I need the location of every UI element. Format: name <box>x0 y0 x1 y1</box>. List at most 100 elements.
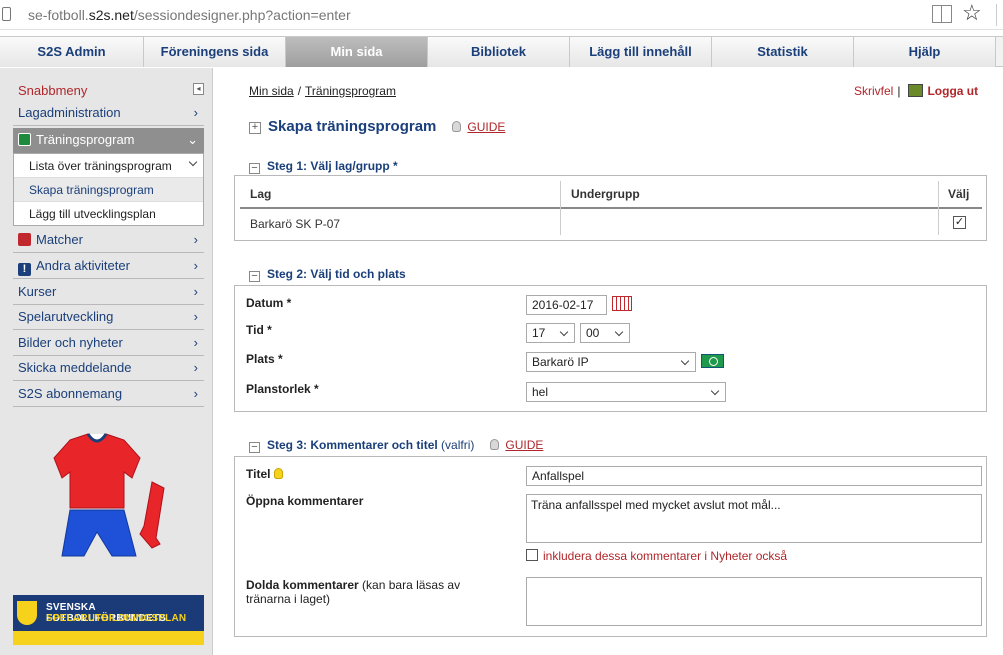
guide-link[interactable]: GUIDE <box>467 120 505 134</box>
titel-input[interactable]: Anfallspel <box>526 466 982 486</box>
planstorlek-select[interactable]: hel <box>526 382 726 402</box>
sidebar-item-andra-aktiviteter[interactable]: ! Andra aktiviteter › <box>13 254 204 279</box>
datum-input[interactable]: 2016-02-17 <box>526 295 607 315</box>
team-kit-icon <box>53 433 165 557</box>
sidebar-item-abonnemang[interactable]: S2S abonnemang › <box>13 382 204 407</box>
include-news-label[interactable]: inkludera dessa kommentarer i Nyheter oc… <box>543 549 787 563</box>
step2-panel: Datum * 2016-02-17 Tid * 17 00 Plats * B… <box>234 285 987 412</box>
tid-label: Tid * <box>246 323 272 337</box>
banner-line-2: SPELARUTBILDNINGSPLAN <box>46 613 187 624</box>
titel-label-text: Titel <box>246 467 271 481</box>
toolbar-divider <box>996 4 997 26</box>
sidebar-item-spelarutveckling[interactable]: Spelarutveckling › <box>13 305 204 330</box>
match-icon <box>18 233 31 246</box>
tab-min-sida[interactable]: Min sida <box>286 37 428 67</box>
favorite-star-icon[interactable]: ☆ <box>962 2 982 24</box>
sff-crest-icon <box>17 601 37 625</box>
team-name-cell: Barkarö SK P-07 <box>250 217 341 231</box>
breadcrumb-separator: / <box>297 84 302 98</box>
select-team-checkbox[interactable]: ✓ <box>953 216 966 229</box>
column-divider <box>560 181 561 211</box>
collapse-sidebar-icon[interactable]: ◂ <box>193 83 204 95</box>
link-separator: | <box>897 84 901 98</box>
page-title: Skapa träningsprogram <box>268 118 437 135</box>
step1-panel: Lag Undergrupp Välj Barkarö SK P-07 ✓ <box>234 175 987 241</box>
step3-heading: − Steg 3: Kommentarer och titel (valfri) G… <box>249 438 543 453</box>
breadcrumb-traningsprogram[interactable]: Träningsprogram <box>305 84 396 98</box>
plats-label: Plats * <box>246 352 283 366</box>
guide-link-step3[interactable]: GUIDE <box>505 438 543 452</box>
tid-minute-select[interactable]: 00 <box>580 323 630 343</box>
cell-divider <box>938 209 939 235</box>
page-info-icon[interactable] <box>2 7 11 21</box>
sidebar-item-matcher[interactable]: Matcher › <box>13 228 204 253</box>
dolda-kommentarer-label: Dolda kommentarer (kan bara läsas av trä… <box>246 578 496 606</box>
breadcrumb: Min sida / Träningsprogram <box>249 84 396 98</box>
collapse-step2-icon[interactable]: − <box>249 271 260 282</box>
tid-hour-select[interactable]: 17 <box>526 323 575 343</box>
tab-hjalp[interactable]: Hjälp <box>854 37 996 67</box>
sidebar: Snabbmeny ◂ Lagadministration › Träningsp… <box>0 68 213 655</box>
tab-bibliotek[interactable]: Bibliotek <box>428 37 570 67</box>
submenu-item-lista[interactable]: Lista över träningsprogram <box>14 154 203 178</box>
chevron-right-icon: › <box>193 309 198 324</box>
sidebar-item-label: Matcher <box>36 232 83 247</box>
column-divider <box>938 181 939 211</box>
step3-optional: (valfri) <box>441 438 475 452</box>
logout-link[interactable]: Logga ut <box>927 84 978 98</box>
step1-heading: − Steg 1: Välj lag/grupp * <box>249 159 398 174</box>
step3-panel: Titel Anfallspel Öppna kommentarer Träna… <box>234 456 987 637</box>
open-comments-textarea[interactable]: Träna anfallsspel med mycket avslut mot … <box>526 494 982 543</box>
sidebar-item-label: Skicka meddelande <box>18 360 132 375</box>
spelarutbildningsplan-banner[interactable]: SVENSKA FOTBOLLFÖRBUNDETS SPELARUTBILDNI… <box>13 595 204 645</box>
chevron-right-icon: › <box>193 284 198 299</box>
sidebar-item-label: Lagadministration <box>18 105 121 120</box>
sidebar-item-label: S2S abonnemang <box>18 386 123 401</box>
football-icon <box>18 133 31 146</box>
chevron-right-icon: › <box>193 335 198 350</box>
traningsprogram-submenu: Lista över träningsprogram Skapa träning… <box>13 153 204 226</box>
tab-lagg-till-innehall[interactable]: Lägg till innehåll <box>570 37 712 67</box>
chevron-right-icon: › <box>193 232 198 247</box>
chevron-right-icon: › <box>193 258 198 273</box>
sidebar-item-label: Kurser <box>18 284 57 299</box>
datum-label: Datum * <box>246 296 292 310</box>
exclamation-icon: ! <box>18 263 31 276</box>
column-lag: Lag <box>250 187 272 201</box>
dolda-label-text: Dolda kommentarer <box>246 578 359 592</box>
url-field[interactable]: se-fotboll.s2s.net/sessiondesigner.php?a… <box>28 7 351 23</box>
calendar-icon[interactable] <box>612 296 632 311</box>
sidebar-item-bilder[interactable]: Bilder och nyheter › <box>13 331 204 356</box>
tab-statistik[interactable]: Statistik <box>712 37 854 67</box>
collapse-step1-icon[interactable]: − <box>249 163 260 174</box>
lightbulb-hint-icon[interactable] <box>274 468 284 479</box>
reading-view-icon[interactable] <box>932 5 952 23</box>
submenu-item-utvecklingsplan[interactable]: Lägg till utvecklingsplan <box>14 202 203 226</box>
submenu-item-skapa[interactable]: Skapa träningsprogram <box>14 178 203 202</box>
tab-foreningens-sida[interactable]: Föreningens sida <box>144 37 286 67</box>
sidebar-item-lagadministration[interactable]: Lagadministration › <box>13 101 204 126</box>
sidebar-item-label: Spelarutveckling <box>18 309 114 324</box>
hidden-comments-textarea[interactable] <box>526 577 982 626</box>
team-table-header: Lag Undergrupp Välj <box>240 181 982 211</box>
include-news-checkbox[interactable] <box>526 549 538 561</box>
logout-icon[interactable] <box>908 84 924 97</box>
plats-select[interactable]: Barkarö IP <box>526 352 696 372</box>
breadcrumb-min-sida[interactable]: Min sida <box>249 84 294 98</box>
step2-title: Steg 2: Välj tid och plats <box>267 267 406 281</box>
print-link[interactable]: Skrivfel <box>854 84 893 98</box>
sidebar-item-traningsprogram[interactable]: Träningsprogram ⌄ <box>13 128 204 153</box>
sidebar-item-skicka[interactable]: Skicka meddelande › <box>13 356 204 381</box>
pitch-icon[interactable] <box>701 354 724 368</box>
chevron-down-icon: ⌄ <box>187 132 198 147</box>
expand-icon[interactable]: + <box>249 122 261 134</box>
sidebar-item-kurser[interactable]: Kurser › <box>13 280 204 305</box>
collapse-step3-icon[interactable]: − <box>249 442 260 453</box>
lightbulb-icon <box>490 439 500 450</box>
sidebar-item-label: Andra aktiviteter <box>36 258 130 273</box>
oppna-kommentarer-label: Öppna kommentarer <box>246 494 364 508</box>
page-title-row: + Skapa träningsprogram GUIDE <box>249 118 505 135</box>
tab-s2s-admin[interactable]: S2S Admin <box>0 37 144 67</box>
chevron-right-icon: › <box>193 360 198 375</box>
step3-title: Steg 3: Kommentarer och titel <box>267 438 438 452</box>
